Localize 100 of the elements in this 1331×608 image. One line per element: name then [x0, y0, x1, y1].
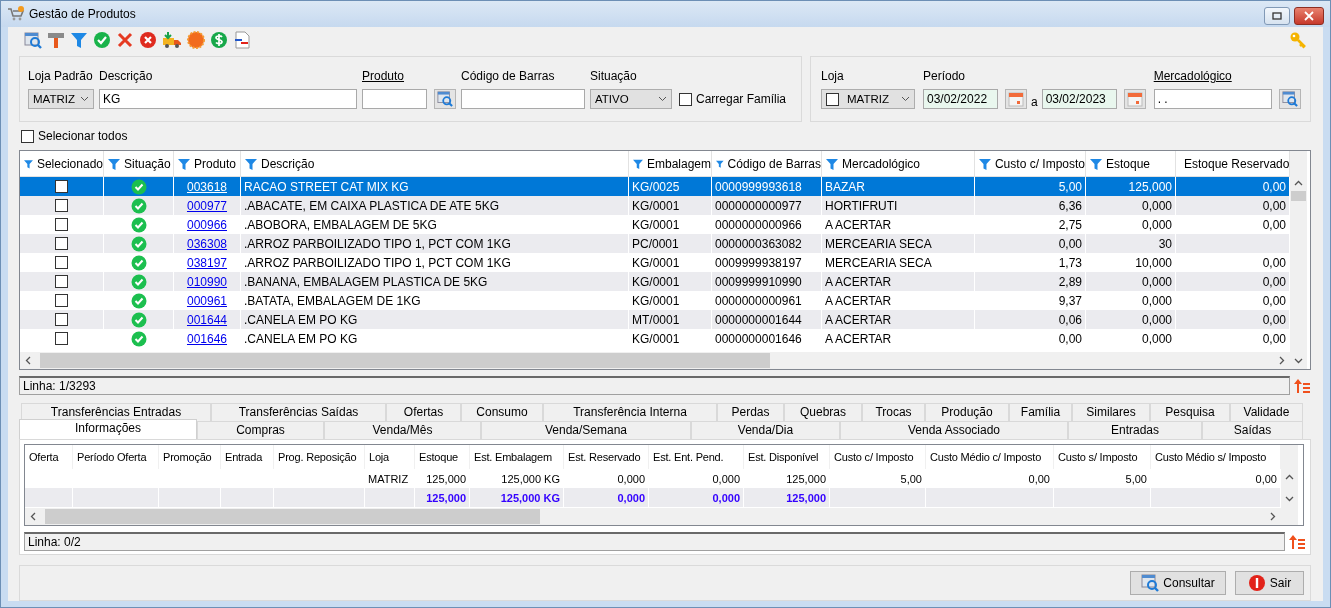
scroll-up-icon[interactable]: [1294, 180, 1303, 186]
product-link[interactable]: 010990: [186, 274, 227, 289]
product-link[interactable]: 036308: [186, 236, 227, 251]
store-dropdown[interactable]: MATRIZ: [821, 89, 915, 109]
search-button[interactable]: [1278, 89, 1301, 109]
vertical-scrollbar[interactable]: [1281, 445, 1298, 525]
description-field[interactable]: KG: [99, 89, 357, 109]
chevron-down-icon[interactable]: [658, 96, 667, 102]
horizontal-scrollbar[interactable]: [25, 508, 1281, 525]
filter-icon[interactable]: [979, 157, 991, 170]
scroll-left-icon[interactable]: [25, 356, 31, 365]
cancel-circle-icon[interactable]: [139, 31, 157, 49]
seal-icon[interactable]: [187, 31, 205, 49]
product-link[interactable]: 000961: [186, 293, 227, 308]
tab[interactable]: Venda Associado: [840, 421, 1068, 439]
tab[interactable]: Trocas: [862, 403, 925, 421]
checkbox[interactable]: [55, 275, 68, 288]
date-field[interactable]: 03/02/2023: [1041, 89, 1117, 109]
product-link[interactable]: 038197: [186, 255, 227, 270]
truck-icon[interactable]: [162, 31, 182, 49]
product-link[interactable]: Produto: [362, 69, 456, 83]
tab[interactable]: Venda/Semana: [481, 421, 691, 439]
column-header[interactable]: Embalagem: [646, 156, 711, 171]
close-icon[interactable]: [1304, 11, 1314, 21]
tab[interactable]: Entradas: [1068, 421, 1202, 439]
product-link[interactable]: 001644: [186, 312, 227, 327]
horizontal-scrollbar[interactable]: [20, 352, 1290, 369]
tab[interactable]: Validade: [1230, 403, 1303, 421]
tab[interactable]: Venda/Mês: [324, 421, 481, 439]
scroll-down-icon[interactable]: [1285, 496, 1294, 502]
checkbox[interactable]: [55, 180, 68, 193]
filter-icon[interactable]: [70, 31, 88, 49]
table-row[interactable]: 000977 .ABACATE, EM CAIXA PLASTICA DE ATE 5KG KG/0001 0000000000977 HORTIFRUTI 6,36 0,000 0,00: [20, 196, 1290, 215]
table-row[interactable]: 003618 RACAO STREET CAT MIX KG KG/0025 0000999993618 BAZAR 5,00 125,000 0,00: [20, 177, 1290, 196]
tab[interactable]: Quebras: [784, 403, 862, 421]
column-header[interactable]: Mercadológico: [842, 156, 921, 171]
tab[interactable]: Consumo: [461, 403, 543, 421]
table-row[interactable]: 001644 .CANELA EM PO KG MT/0001 0000000001644 A ACERTAR 0,06 0,000 0,00: [20, 310, 1290, 329]
product-link[interactable]: 003618: [186, 179, 227, 194]
checkbox[interactable]: [55, 313, 68, 326]
scroll-down-icon[interactable]: [1294, 358, 1303, 364]
scroll-right-icon[interactable]: [1270, 512, 1276, 521]
column-header[interactable]: Descrição: [261, 156, 315, 171]
filter-icon[interactable]: [245, 157, 257, 170]
cross-icon[interactable]: [116, 31, 134, 49]
checkbox[interactable]: [55, 294, 68, 307]
chevron-down-icon[interactable]: [80, 96, 89, 102]
close-button[interactable]: [1294, 7, 1324, 25]
filter-icon[interactable]: [1090, 157, 1102, 170]
column-header[interactable]: Custo c/ Imposto: [994, 156, 1085, 171]
product-link[interactable]: 000977: [186, 198, 227, 213]
tab[interactable]: Similares: [1072, 403, 1150, 421]
category-link[interactable]: Mercadológico: [1153, 69, 1301, 83]
power-icon[interactable]: [1247, 574, 1266, 592]
checkbox[interactable]: [826, 92, 839, 106]
restore-button[interactable]: [1264, 7, 1290, 25]
column-header[interactable]: Código de Barras: [727, 156, 821, 171]
scrollbar-thumb[interactable]: [45, 509, 540, 524]
date-field[interactable]: 03/02/2022: [923, 89, 998, 109]
scroll-up-icon[interactable]: [1285, 474, 1294, 480]
checkbox[interactable]: [679, 92, 692, 106]
filter-icon[interactable]: [24, 157, 33, 170]
search-button[interactable]: Consultar: [1130, 571, 1226, 595]
vertical-scrollbar[interactable]: [1290, 151, 1307, 369]
tab[interactable]: Perdas: [717, 403, 784, 421]
column-header[interactable]: Produto: [194, 156, 237, 171]
tab[interactable]: Transferências Entradas: [21, 403, 211, 421]
chevron-down-icon[interactable]: [901, 96, 910, 102]
search-icon[interactable]: [1141, 574, 1160, 592]
tab[interactable]: Informações: [19, 419, 197, 439]
status-dropdown[interactable]: ATIVO: [590, 89, 672, 109]
search-window-icon[interactable]: [24, 31, 42, 49]
column-header[interactable]: Situação: [124, 156, 171, 171]
checkbox[interactable]: [55, 218, 68, 231]
exit-button[interactable]: Sair: [1235, 571, 1304, 595]
table-row[interactable]: 036308 .ARROZ PARBOILIZADO TIPO 1, PCT COM 1KG PC/0001 0000000363082 MERCEARIA SECA 0,00 30: [20, 234, 1290, 253]
column-header[interactable]: Estoque: [1106, 156, 1151, 171]
barcode-field[interactable]: [461, 89, 585, 109]
tab[interactable]: Transferências Saídas: [211, 403, 386, 421]
filter-icon[interactable]: [108, 157, 120, 170]
store-dropdown[interactable]: MATRIZ: [28, 89, 94, 109]
scrollbar-thumb[interactable]: [40, 353, 770, 368]
filter-icon[interactable]: [178, 157, 190, 170]
hammer-icon[interactable]: [47, 31, 65, 49]
product-link[interactable]: 001646: [186, 331, 227, 346]
scroll-right-icon[interactable]: [1279, 356, 1285, 365]
tab[interactable]: Compras: [197, 421, 324, 439]
filter-icon[interactable]: [826, 157, 838, 170]
restore-icon[interactable]: [1272, 12, 1282, 20]
tab[interactable]: Família: [1009, 403, 1072, 421]
checkbox[interactable]: [55, 237, 68, 250]
checkbox[interactable]: [55, 199, 68, 212]
tab[interactable]: Saídas: [1202, 421, 1303, 439]
checkbox[interactable]: [55, 332, 68, 345]
scroll-left-icon[interactable]: [30, 512, 36, 521]
checkbox[interactable]: [55, 256, 68, 269]
document-icon[interactable]: [233, 31, 251, 49]
column-header[interactable]: Estoque Reservado: [1184, 156, 1289, 171]
category-field[interactable]: . .: [1153, 89, 1272, 109]
checkbox[interactable]: [21, 129, 34, 143]
